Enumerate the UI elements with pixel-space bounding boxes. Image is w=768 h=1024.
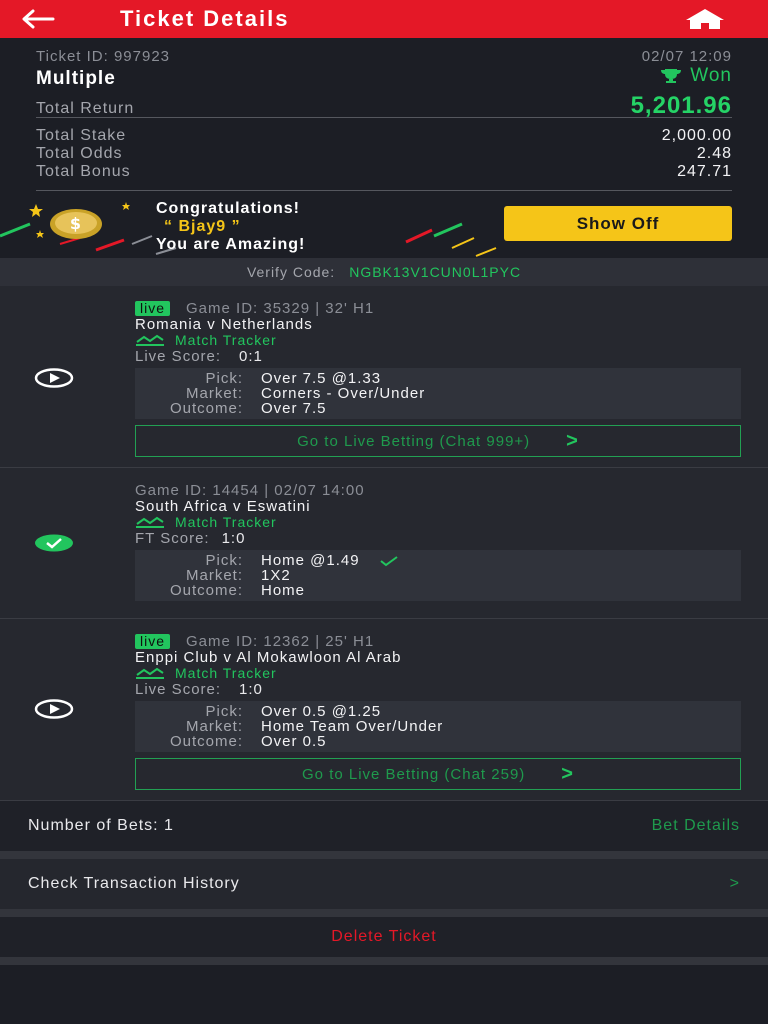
home-icon[interactable]: [684, 8, 726, 30]
total-stake-label: Total Stake: [36, 127, 127, 144]
outcome-label: Outcome:: [169, 733, 243, 750]
play-icon[interactable]: [34, 699, 74, 719]
total-return-value: 5,201.96: [630, 92, 732, 119]
section-gap: [0, 957, 768, 965]
svg-text:$: $: [70, 214, 82, 233]
live-betting-button[interactable]: Go to Live Betting (Chat 259) >: [135, 758, 741, 790]
pick-box: Pick: Home @1.49 Market: 1X2 Outcome: Home: [135, 550, 741, 601]
total-bonus-value: 247.71: [677, 163, 732, 180]
live-betting-button[interactable]: Go to Live Betting (Chat 999+) >: [135, 425, 741, 457]
trophy-icon: [661, 69, 682, 83]
game-id: Game ID: 35329 | 32' H1: [186, 299, 375, 317]
game-id: Game ID: 14454 | 02/07 14:00: [135, 481, 365, 499]
score-value: 1:0: [221, 529, 246, 547]
bet-details-link[interactable]: Bet Details: [652, 817, 740, 835]
total-odds-value: 2.48: [696, 145, 732, 162]
won-label: Won: [690, 65, 732, 86]
coin-icon: $: [50, 209, 102, 239]
score-label: Live Score:: [135, 347, 222, 365]
game-id: Game ID: 12362 | 25' H1: [186, 632, 375, 650]
tracker-chart-icon: [136, 667, 164, 679]
match-teams: South Africa v Eswatini: [135, 497, 311, 515]
verify-label: Verify Code:: [246, 264, 336, 280]
bets-count-row: Number of Bets: 1 Bet Details: [0, 801, 768, 851]
live-betting-label: Go to Live Betting (Chat 259): [302, 765, 526, 783]
chevron-right-icon: >: [566, 429, 579, 452]
match-tracker-link[interactable]: Match Tracker: [135, 665, 741, 681]
page-title: Ticket Details: [120, 6, 290, 31]
match-item: live Game ID: 35329 | 32' H1 Romania v Ne…: [0, 286, 768, 468]
bets-count: Number of Bets: 1: [28, 817, 174, 834]
outcome-label: Outcome:: [169, 400, 243, 417]
play-icon[interactable]: [34, 368, 74, 388]
ticket-datetime: 02/07 12:09: [641, 48, 732, 65]
total-return-label: Total Return: [36, 100, 135, 117]
match-item: live Game ID: 12362 | 25' H1 Enppi Club v…: [0, 619, 768, 801]
tracker-label: Match Tracker: [175, 514, 277, 530]
check-circle-icon: [35, 534, 73, 552]
match-item: Game ID: 14454 | 02/07 14:00 South Afric…: [0, 468, 768, 619]
chevron-right-icon: >: [561, 762, 574, 785]
ticket-type: Multiple: [36, 68, 116, 89]
back-button[interactable]: [14, 0, 62, 38]
tracker-label: Match Tracker: [175, 665, 277, 681]
transaction-history-label: Check Transaction History: [28, 875, 240, 892]
delete-ticket-button[interactable]: Delete Ticket: [0, 917, 768, 957]
won-status: Won: [660, 65, 732, 87]
score-label: Live Score:: [135, 680, 222, 698]
pick-box: Pick: Over 7.5 @1.33 Market: Corners - Ove…: [135, 368, 741, 419]
congrats-line3: You are Amazing!: [156, 236, 306, 253]
match-teams: Romania v Netherlands: [135, 315, 313, 333]
total-stake-value: 2,000.00: [661, 127, 732, 144]
pick-box: Pick: Over 0.5 @1.25 Market: Home Team Ove…: [135, 701, 741, 752]
congrats-text: Congratulations! “ Bjay9 ” You are Amazi…: [156, 200, 305, 254]
match-tracker-link[interactable]: Match Tracker: [135, 332, 741, 348]
live-badge: live: [135, 633, 171, 649]
verify-code-bar: Verify Code: NGBK13V1CUN0L1PYC: [0, 258, 768, 286]
chevron-right-icon: >: [729, 875, 740, 892]
tracker-chart-icon: [136, 334, 164, 346]
outcome-value: Over 0.5: [261, 733, 327, 750]
tracker-label: Match Tracker: [175, 332, 277, 348]
section-gap: [0, 851, 768, 859]
score-value: 1:0: [239, 680, 263, 698]
ticket-id: Ticket ID: 997923: [36, 48, 171, 65]
verify-code[interactable]: NGBK13V1CUN0L1PYC: [349, 264, 521, 280]
divider: [36, 190, 732, 191]
match-tracker-link[interactable]: Match Tracker: [135, 514, 741, 530]
outcome-value: Home: [261, 582, 306, 599]
back-arrow-icon: [22, 9, 55, 29]
outcome-value: Over 7.5: [261, 400, 327, 417]
live-betting-label: Go to Live Betting (Chat 999+): [297, 432, 531, 450]
total-bonus-label: Total Bonus: [36, 163, 131, 180]
match-teams: Enppi Club v Al Mokawloon Al Arab: [135, 648, 402, 666]
section-gap: [0, 909, 768, 917]
score-label: FT Score:: [135, 529, 210, 547]
tracker-chart-icon: [136, 516, 164, 528]
live-badge: live: [135, 300, 171, 316]
ticket-summary: Ticket ID: 997923 02/07 12:09 Multiple W…: [0, 38, 768, 191]
outcome-label: Outcome:: [169, 582, 243, 599]
divider: [36, 117, 732, 118]
check-icon: [379, 555, 398, 566]
congrats-username: “ Bjay9 ”: [164, 218, 241, 235]
transaction-history-row[interactable]: Check Transaction History >: [0, 859, 768, 909]
congrats-banner: $ Congratulations! “ Bjay9 ” You are Ama…: [0, 192, 768, 258]
score-value: 0:1: [239, 347, 263, 365]
top-bar: Ticket Details: [0, 0, 768, 38]
show-off-button[interactable]: Show Off: [504, 206, 732, 241]
total-odds-label: Total Odds: [36, 145, 123, 162]
congrats-line1: Congratulations!: [156, 200, 300, 217]
